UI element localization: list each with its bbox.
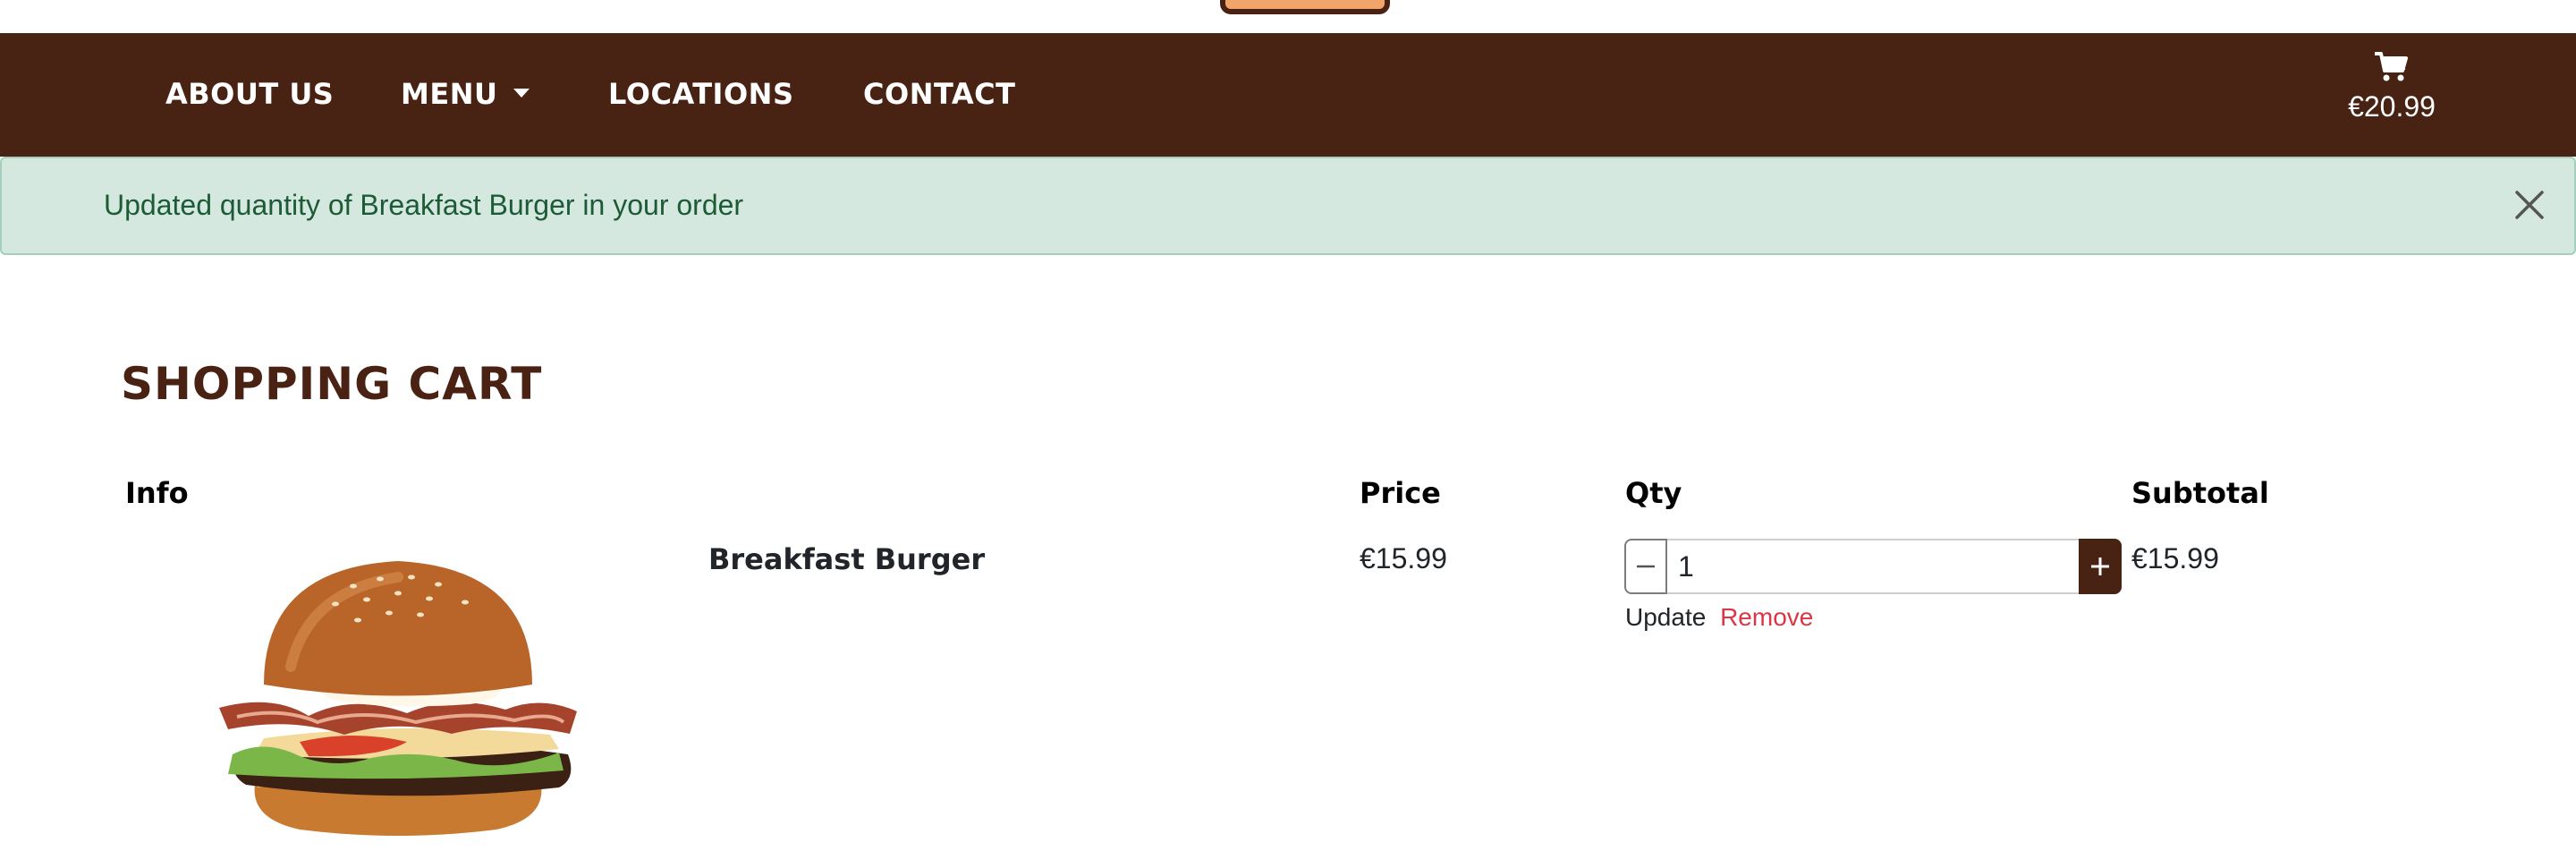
success-alert: Updated quantity of Breakfast Burger in … [0,157,2576,255]
column-header-qty: Qty [1625,476,1682,510]
product-name: Breakfast Burger [708,542,986,576]
decrease-quantity-button[interactable] [1624,539,1667,594]
product-image-breakfast-burger [219,561,577,836]
close-icon[interactable] [2504,180,2555,230]
alert-message: Updated quantity of Breakfast Burger in … [104,189,744,221]
increase-quantity-button[interactable] [2079,539,2122,594]
cart-button[interactable]: €20.99 [2329,51,2454,140]
nav-link-menu-dropdown[interactable]: MENU [401,76,530,112]
logo-tab[interactable] [1220,0,1390,14]
column-header-info: Info [125,476,189,510]
shopping-cart-icon [2375,52,2408,81]
nav-menu-label: MENU [401,77,498,111]
product-subtotal: €15.99 [2131,542,2219,574]
update-link[interactable]: Update [1625,603,1706,631]
item-actions: Update Remove [1625,603,1813,632]
nav-link-contact[interactable]: CONTACT [863,76,1015,112]
minus-icon [1637,565,1655,568]
nav-link-locations[interactable]: LOCATIONS [608,76,793,112]
column-header-price: Price [1360,476,1441,510]
main-navbar: ABOUT US MENU LOCATIONS CONTACT €20.99 [0,33,2576,157]
page-title: SHOPPING CART [121,358,543,410]
caret-down-icon [513,89,530,98]
quantity-input[interactable] [1667,539,2079,594]
cart-total: €20.99 [2348,90,2436,123]
nav-link-about-us[interactable]: ABOUT US [165,76,334,112]
quantity-stepper [1624,539,2122,594]
column-header-subtotal: Subtotal [2131,476,2269,510]
product-price: €15.99 [1360,542,1447,574]
remove-link[interactable]: Remove [1720,603,1813,631]
plus-icon [2091,557,2109,575]
